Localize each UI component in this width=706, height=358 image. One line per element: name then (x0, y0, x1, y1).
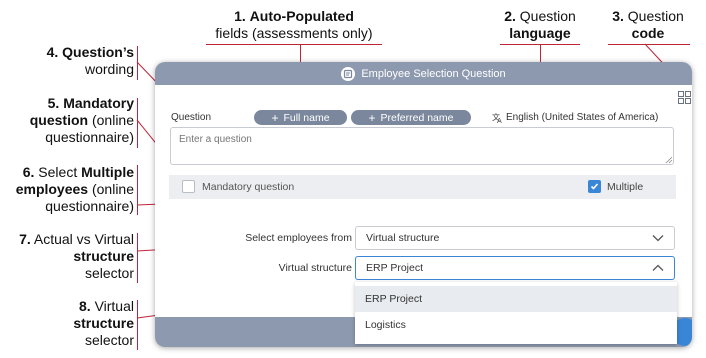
grid-icon[interactable] (678, 91, 691, 104)
annotation-bar (137, 300, 138, 350)
select-employees-from-dropdown[interactable]: Virtual structure (355, 226, 675, 250)
annotation-question-wording: 4. Question’s wording (12, 44, 134, 78)
annotation-bold: employees (15, 181, 89, 197)
annotation-text: wording (84, 61, 134, 77)
annotation-bold: Mandatory (63, 95, 134, 111)
annotation-bold: structure (73, 315, 134, 331)
annotation-text: (online (91, 181, 134, 197)
mandatory-label: Mandatory question (202, 181, 295, 193)
annotation-bar (137, 98, 138, 148)
annotation-text: (online (91, 112, 134, 128)
annotation-multiple: 6. Select Multiple employees (online que… (4, 164, 134, 215)
preferred-name-chip[interactable]: + Preferred name (351, 110, 471, 125)
annotation-number: 5. (47, 95, 60, 111)
annotation-text: questionnaire) (45, 198, 134, 214)
question-form-icon (341, 66, 356, 81)
dialog-title: Employee Selection Question (361, 67, 506, 80)
chevron-down-icon (652, 235, 664, 242)
select-from-label: Select employees from (245, 232, 352, 244)
select-value: ERP Project (366, 262, 423, 274)
annotation-structure-type: 7. Actual vs Virtual structure selector (4, 231, 134, 282)
multiple-label: Multiple (607, 181, 644, 193)
multiple-checkbox[interactable] (588, 180, 601, 193)
chip-label: Full name (283, 111, 330, 124)
annotation-bold: Multiple (81, 164, 134, 180)
annotation-number: 8. (78, 298, 91, 314)
language-selector[interactable]: 文 A English (United States of America) (492, 112, 658, 123)
option-erp-project[interactable]: ERP Project (355, 286, 677, 312)
mandatory-checkbox[interactable] (182, 180, 195, 193)
annotation-mandatory: 5. Mandatory question (online questionna… (4, 95, 134, 146)
annotation-bold: structure (73, 248, 134, 264)
annotation-bar (137, 46, 138, 80)
question-label: Question (171, 112, 212, 123)
annotation-text: Actual vs Virtual (33, 231, 134, 247)
full-name-chip[interactable]: + Full name (254, 110, 347, 125)
annotation-text: Virtual (94, 298, 134, 314)
option-logistics[interactable]: Logistics (355, 312, 677, 338)
chip-label: Preferred name (380, 111, 454, 124)
annotation-text: selector (84, 265, 134, 281)
resize-handle-icon[interactable] (665, 156, 673, 164)
plus-icon: + (368, 110, 376, 125)
annotation-text: selector (84, 332, 134, 348)
annotation-bar (137, 165, 138, 215)
annotation-number: 6. (22, 164, 35, 180)
virtual-structure-options: ERP Project Logistics (355, 282, 677, 344)
check-icon (590, 183, 599, 190)
annotation-number: 4. (46, 44, 59, 60)
mandatory-multiple-row: Mandatory question Multiple (169, 175, 676, 199)
virtual-structure-label: Virtual structure (278, 262, 352, 274)
select-value: Virtual structure (366, 232, 440, 244)
question-input[interactable] (170, 127, 674, 165)
dialog-header: Employee Selection Question (155, 62, 692, 85)
svg-text:A: A (497, 117, 502, 123)
virtual-structure-dropdown[interactable]: ERP Project (355, 256, 675, 280)
translate-icon: 文 A (492, 112, 502, 123)
annotation-bold: question (29, 112, 89, 128)
employee-selection-dialog: Employee Selection Question Question + F… (155, 62, 692, 347)
annotation-text: questionnaire) (45, 129, 134, 145)
plus-icon: + (271, 110, 279, 125)
annotation-bar (137, 233, 138, 283)
annotation-virtual-structure: 8. Virtual structure selector (4, 298, 134, 349)
annotation-number: 7. (19, 231, 31, 247)
language-label: English (United States of America) (506, 112, 659, 123)
annotation-bold: Question’s (62, 44, 134, 60)
chevron-up-icon (652, 264, 664, 271)
annotation-text: Select (38, 164, 78, 180)
